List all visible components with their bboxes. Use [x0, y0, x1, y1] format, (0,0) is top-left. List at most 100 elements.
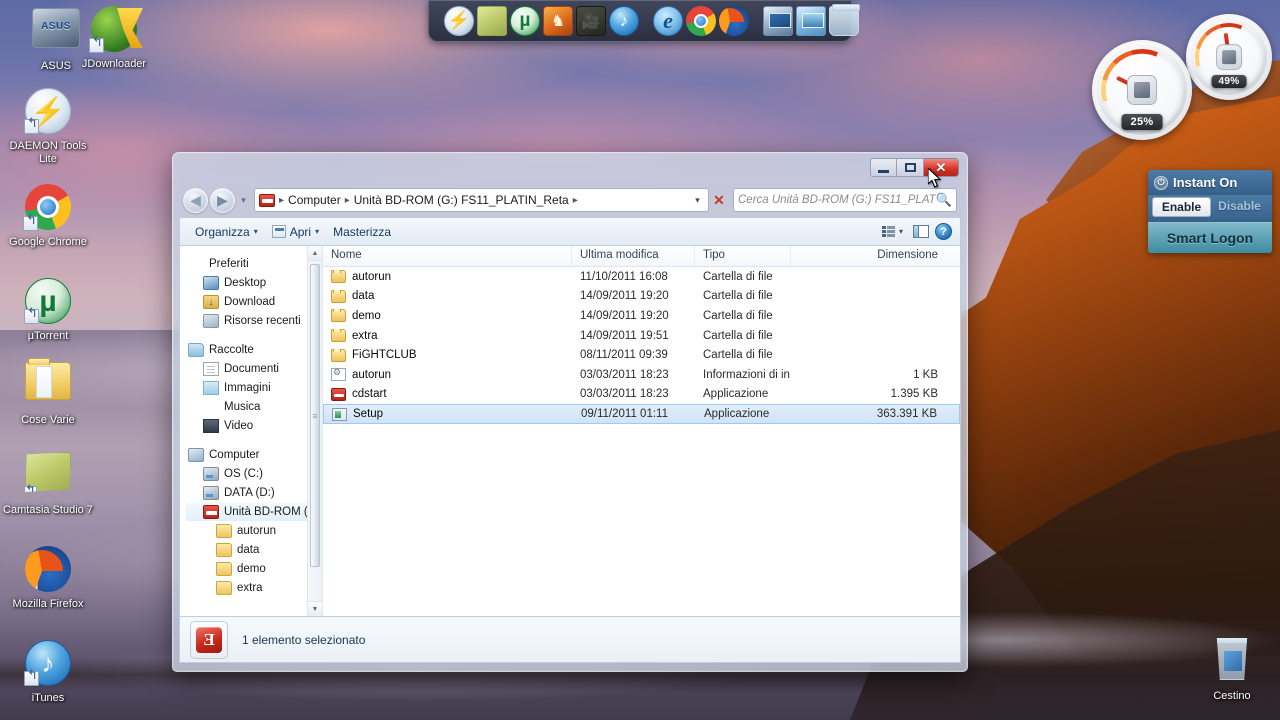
- nav-item-risorse-recenti[interactable]: Risorse recenti: [186, 311, 322, 330]
- back-button[interactable]: ◀: [183, 187, 208, 213]
- dock-icon-itunes[interactable]: [609, 5, 639, 36]
- nav-group-gap: [186, 330, 322, 340]
- nav-item-video[interactable]: Video: [186, 416, 322, 435]
- table-row[interactable]: cdstart 03/03/2011 18:23 Applicazione 1.395…: [323, 385, 960, 405]
- nav-item-unit-bd-rom[interactable]: Unità BD-ROM ((: [186, 502, 322, 521]
- folder-icon: [216, 523, 232, 538]
- top-dock[interactable]: [428, 0, 860, 42]
- nav-item-documenti[interactable]: Documenti: [186, 359, 322, 378]
- open-button[interactable]: Apri ▾: [265, 222, 326, 242]
- desktop-icon-daemon-tools[interactable]: DAEMON Tools Lite: [0, 88, 96, 166]
- dock-icon-daemon-tools[interactable]: [444, 5, 474, 36]
- file-list-pane[interactable]: Nome Ultima modifica Tipo Dimensione aut…: [323, 246, 960, 616]
- instant-on-gadget[interactable]: ⏻ Instant On Enable Disable Smart Logon: [1148, 170, 1272, 253]
- burn-button[interactable]: Masterizza: [326, 222, 398, 242]
- desktop-icon-itunes[interactable]: iTunes: [0, 640, 96, 705]
- google-chrome-icon-glyph: [23, 184, 71, 231]
- desktop-icon-google-chrome[interactable]: Google Chrome: [0, 184, 96, 249]
- nav-scrollbar[interactable]: ▲ ▼: [307, 246, 322, 616]
- nav-scroll-down-button[interactable]: ▼: [308, 601, 322, 616]
- nav-scroll-thumb[interactable]: [310, 264, 320, 567]
- smart-logon-button[interactable]: Smart Logon: [1148, 222, 1272, 253]
- search-input[interactable]: Cerca Unità BD-ROM (G:) FS11_PLATI...: [738, 194, 936, 206]
- cell-type: Cartella di file: [703, 290, 773, 303]
- table-row[interactable]: autorun 11/10/2011 16:08 Cartella di file: [323, 267, 960, 287]
- command-bar-right: ▾ ?: [878, 222, 952, 241]
- stop-refresh-button[interactable]: ✕: [709, 192, 729, 209]
- column-header-size[interactable]: Dimensione: [791, 246, 960, 266]
- explorer-window[interactable]: ✕ ◀ ▶ ▾ ▸ Computer ▸ Unità BD-ROM (G:) F…: [172, 152, 968, 672]
- dock-icon-nero[interactable]: [543, 5, 573, 36]
- cell-type: Applicazione: [703, 388, 769, 401]
- nav-item-os-c[interactable]: OS (C:): [186, 464, 322, 483]
- dock-icon-internet-explorer[interactable]: [653, 5, 683, 36]
- chevron-down-icon: ▾: [898, 227, 903, 236]
- minimize-button[interactable]: [870, 158, 897, 177]
- nav-label: DATA (D:): [224, 486, 275, 499]
- dock-icon-google-chrome[interactable]: [686, 5, 716, 36]
- table-row[interactable]: FiGHTCLUB 08/11/2011 09:39 Cartella di fil…: [323, 345, 960, 365]
- desktop-icon-firefox[interactable]: Mozilla Firefox: [0, 546, 96, 611]
- maximize-button[interactable]: [897, 158, 924, 177]
- nav-item-immagini[interactable]: Immagini: [186, 378, 322, 397]
- change-view-button[interactable]: ▾: [878, 223, 907, 241]
- dock-icon-mozilla-firefox[interactable]: [719, 5, 749, 36]
- column-header-modified[interactable]: Ultima modifica: [572, 246, 695, 266]
- close-button[interactable]: ✕: [924, 158, 959, 177]
- nav-label: Risorse recenti: [224, 314, 301, 327]
- preview-pane-button[interactable]: [909, 222, 933, 241]
- dock-icon-computer[interactable]: [763, 5, 793, 36]
- window-titlebar[interactable]: ✕: [173, 153, 967, 183]
- table-row[interactable]: extra 14/09/2011 19:51 Cartella di file: [323, 326, 960, 346]
- nav-group-computer[interactable]: Computer: [186, 445, 322, 464]
- desktop-icon-folder[interactable]: Cose Varie: [0, 358, 96, 427]
- dock-icon-utorrent[interactable]: [510, 5, 540, 36]
- help-icon[interactable]: ?: [935, 223, 952, 240]
- address-bar[interactable]: ▸ Computer ▸ Unità BD-ROM (G:) FS11_PLAT…: [254, 188, 709, 212]
- column-header-type[interactable]: Tipo: [695, 246, 791, 266]
- address-history-dropdown[interactable]: ▾: [689, 195, 706, 206]
- nav-group-preferiti[interactable]: Preferiti: [186, 254, 322, 273]
- dock-icon-camera[interactable]: [576, 5, 606, 36]
- enable-button[interactable]: Enable: [1152, 197, 1211, 217]
- forward-button[interactable]: ▶: [210, 187, 235, 213]
- nav-scroll-up-button[interactable]: ▲: [308, 246, 322, 261]
- breadcrumb-drive[interactable]: Unità BD-ROM (G:) FS11_PLATIN_Reta: [351, 193, 572, 207]
- dock-icon-camtasia[interactable]: [477, 5, 507, 36]
- cell-modified: 11/10/2011 16:08: [580, 270, 668, 283]
- nav-item-data-d[interactable]: DATA (D:): [186, 483, 322, 502]
- breadcrumb-separator[interactable]: ▸: [572, 195, 579, 206]
- dock-icon-recycle-bin[interactable]: [829, 3, 860, 36]
- nav-item-data[interactable]: data: [186, 540, 322, 559]
- disable-button[interactable]: Disable: [1211, 197, 1268, 217]
- nav-item-autorun[interactable]: autorun: [186, 521, 322, 540]
- nav-group-gap: [186, 435, 322, 445]
- table-row[interactable]: demo 14/09/2011 19:20 Cartella di file: [323, 306, 960, 326]
- desktop-icon-jdownloader[interactable]: JDownloader: [66, 6, 162, 71]
- cpu-meter-gadget[interactable]: 49%: [1186, 14, 1272, 100]
- desktop-icon-camtasia[interactable]: Camtasia Studio 7: [0, 452, 96, 517]
- table-row[interactable]: autorun 03/03/2011 18:23 Informazioni di i…: [323, 365, 960, 385]
- breadcrumb-computer[interactable]: Computer: [285, 193, 344, 207]
- navigation-pane[interactable]: Preferiti Desktop Download Risorse recenti R…: [180, 246, 323, 616]
- desktop-icon-recycle-bin[interactable]: Cestino: [1184, 638, 1280, 703]
- resource-meter-gadgets: 49% 25%: [1092, 14, 1272, 140]
- nav-item-extra[interactable]: extra: [186, 578, 322, 597]
- nav-item-download[interactable]: Download: [186, 292, 322, 311]
- daemon-tools-icon: [24, 88, 72, 136]
- nav-item-desktop[interactable]: Desktop: [186, 273, 322, 292]
- table-row[interactable]: data 14/09/2011 19:20 Cartella di file: [323, 287, 960, 307]
- nav-item-musica[interactable]: Musica: [186, 397, 322, 416]
- details-pane: Ǝ 1 elemento selezionato: [179, 617, 961, 663]
- column-header-name[interactable]: Nome: [323, 246, 572, 266]
- cell-modified: 03/03/2011 18:23: [580, 368, 669, 381]
- recent-pages-dropdown[interactable]: ▾: [237, 195, 250, 206]
- dock-icon-show-desktop[interactable]: [796, 5, 826, 36]
- organize-button[interactable]: Organizza ▾: [188, 222, 265, 242]
- nav-group-raccolte[interactable]: Raccolte: [186, 340, 322, 359]
- search-box[interactable]: Cerca Unità BD-ROM (G:) FS11_PLATI... 🔍: [733, 188, 957, 212]
- ram-meter-gadget[interactable]: 25%: [1092, 40, 1192, 140]
- nav-item-demo[interactable]: demo: [186, 559, 322, 578]
- desktop-icon-utorrent[interactable]: µTorrent: [0, 278, 96, 343]
- table-row[interactable]: Setup 09/11/2011 01:11 Applicazione 363.391…: [323, 404, 960, 425]
